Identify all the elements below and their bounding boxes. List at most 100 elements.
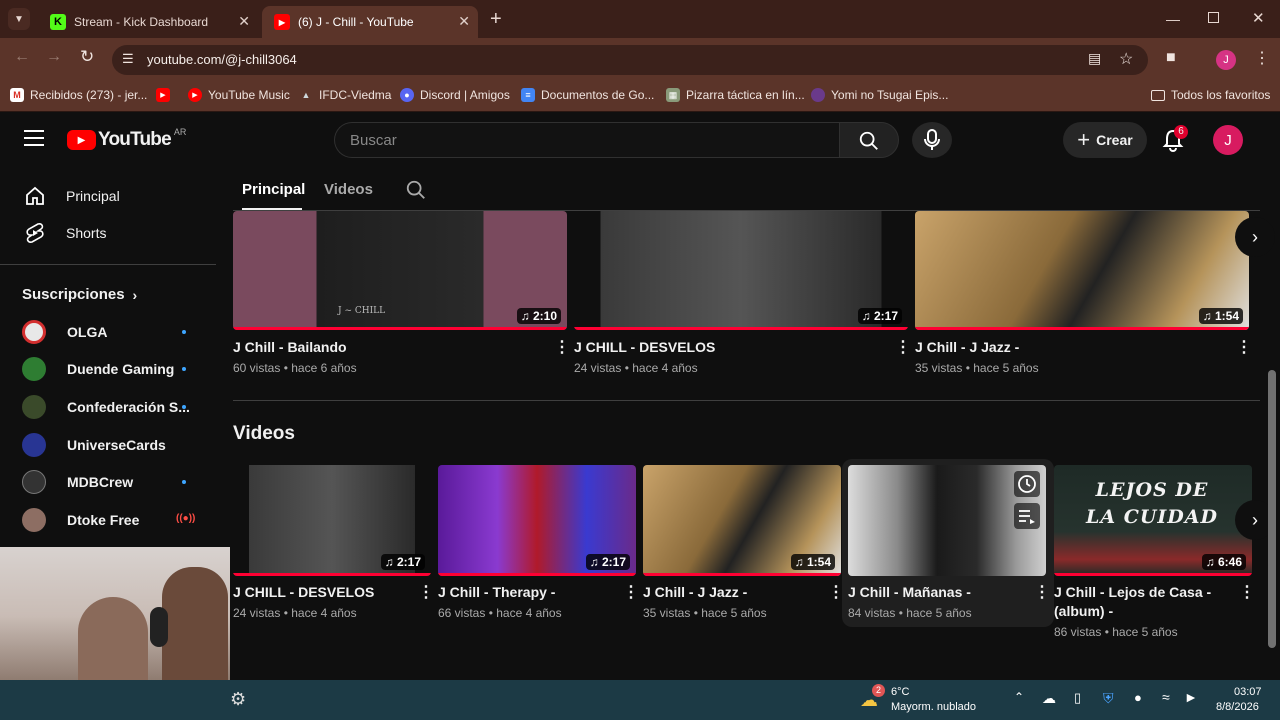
address-bar[interactable]: ☰ youtube.com/@j-chill3064 ▤ ☆ (112, 45, 1148, 75)
settings-icon[interactable]: ⚙ (230, 689, 246, 710)
all-bookmarks[interactable]: Todos los favoritos (1151, 86, 1270, 104)
bookmark-gmail[interactable]: M Recibidos (273) - jer... (10, 86, 147, 104)
forward-icon[interactable]: → (46, 48, 62, 66)
more-options-icon[interactable]: ⋮ (1034, 585, 1050, 601)
extensions-icon[interactable]: ■ (1166, 49, 1176, 67)
video-title[interactable]: J Chill - Therapy - (438, 583, 618, 602)
video-title[interactable]: J Chill - Mañanas - (848, 583, 1028, 602)
watch-later-button[interactable] (1014, 471, 1040, 497)
video-title[interactable]: J CHILL - DESVELOS (574, 338, 715, 357)
weather-widget[interactable]: ☁ 2 6°C Mayorm. nublado (860, 684, 990, 716)
account-avatar[interactable]: J (1213, 125, 1243, 155)
install-app-icon[interactable]: ▤ (1088, 50, 1101, 67)
sidebar-item-principal[interactable]: Principal (0, 178, 216, 214)
menu-dots-icon[interactable]: ⋮ (1254, 48, 1270, 68)
clock-time[interactable]: 03:07 (1234, 686, 1262, 698)
tab-youtube[interactable]: ▶ (6) J - Chill - YouTube ✕ (262, 6, 478, 38)
onedrive-icon[interactable]: ☁ (1042, 690, 1056, 707)
tab-principal[interactable]: Principal (242, 181, 305, 198)
video-thumbnail[interactable]: ♫ 1:54 (643, 465, 841, 576)
minimize-icon[interactable]: — (1166, 11, 1180, 27)
video-title[interactable]: J Chill - J Jazz - (915, 338, 1019, 357)
video-thumbnail[interactable] (848, 465, 1046, 576)
more-options-icon[interactable]: ⋮ (1236, 340, 1252, 356)
subscription-olga[interactable]: OLGA (0, 314, 216, 350)
channel-search-icon[interactable] (405, 179, 427, 201)
subscription-duende-gaming[interactable]: Duende Gaming (0, 351, 216, 387)
new-tab-button[interactable]: + (490, 8, 502, 31)
duration-text: 2:10 (532, 309, 557, 323)
duration-text: 1:54 (806, 555, 831, 569)
notifications-button[interactable]: 6 (1162, 125, 1188, 152)
bookmark-youtube[interactable]: ▶ (156, 86, 176, 104)
video-title[interactable]: J CHILL - DESVELOS (233, 583, 413, 602)
bookmark-ifdc[interactable]: ▲ IFDC-Viedma (299, 86, 392, 104)
bookmark-pizarra[interactable]: ▦ Pizarra táctica en lín... (666, 86, 805, 104)
back-icon[interactable]: ← (14, 48, 30, 66)
bookmark-discord[interactable]: ● Discord | Amigos (400, 86, 510, 104)
subscription-mdbcrew[interactable]: MDBCrew (0, 464, 216, 500)
tab-videos[interactable]: Videos (324, 181, 373, 198)
bookmark-star-icon[interactable]: ☆ (1119, 49, 1133, 69)
profile-avatar[interactable]: J (1216, 50, 1236, 70)
site-info-icon[interactable]: ☰ (122, 51, 134, 67)
more-options-icon[interactable]: ⋮ (828, 585, 844, 601)
notification-badge: 6 (1174, 125, 1188, 139)
duration-text: 2:17 (873, 309, 898, 323)
subscriptions-heading[interactable]: Suscripciones › (22, 286, 137, 303)
reload-icon[interactable]: ↻ (80, 47, 94, 67)
bookmark-label: Documentos de Go... (541, 88, 655, 102)
sidebar-item-shorts[interactable]: Shorts (0, 215, 216, 251)
bookmark-docs[interactable]: ≡ Documentos de Go... (521, 86, 654, 104)
carousel-next-button[interactable]: › (1235, 217, 1275, 257)
more-options-icon[interactable]: ⋮ (623, 585, 639, 601)
subscription-universecards[interactable]: UniverseCards (0, 427, 216, 463)
video-title[interactable]: J Chill - Bailando (233, 338, 347, 357)
anime-icon (811, 88, 825, 102)
page-scrollbar[interactable] (1268, 370, 1276, 648)
video-title[interactable]: J Chill - J Jazz - (643, 583, 823, 602)
video-thumbnail[interactable]: ♫ 2:17 (438, 465, 636, 576)
usb-icon[interactable]: ▯ (1074, 690, 1081, 706)
bookmark-yomi[interactable]: Yomi no Tsugai Epis... (811, 86, 948, 104)
defender-icon[interactable]: ⛨ (1103, 690, 1114, 707)
volume-icon[interactable]: ► (1184, 689, 1198, 705)
video-thumbnail[interactable]: LEJOS DE LA CUIDAD ♫ 6:46 (1054, 465, 1252, 576)
wifi-icon[interactable]: ≈ (1162, 689, 1170, 705)
close-window-icon[interactable]: ✕ (1252, 9, 1265, 27)
more-options-icon[interactable]: ⋮ (1239, 585, 1255, 601)
more-options-icon[interactable]: ⋮ (554, 340, 570, 356)
maximize-icon[interactable] (1208, 12, 1219, 23)
more-options-icon[interactable]: ⋮ (895, 340, 911, 356)
search-input[interactable]: Buscar (334, 122, 840, 158)
tab-search-icon[interactable]: ▼ (8, 8, 30, 30)
watch-progress (1054, 573, 1252, 576)
shelf-heading[interactable]: Videos (233, 423, 295, 445)
watch-progress (574, 327, 908, 330)
hamburger-menu-icon[interactable] (24, 130, 44, 146)
add-to-queue-button[interactable] (1014, 503, 1040, 529)
youtube-logo[interactable]: ▶ YouTube AR (67, 127, 186, 151)
subscription-name: MDBCrew (67, 474, 134, 490)
tab-kick-dashboard[interactable]: K Stream - Kick Dashboard ✕ (38, 6, 258, 38)
video-thumbnail[interactable]: ♫ 1:54 (915, 211, 1249, 330)
video-thumbnail[interactable]: ♫ 2:17 (574, 211, 908, 330)
clock-date[interactable]: 8/8/2026 (1216, 701, 1259, 713)
voice-search-button[interactable] (912, 122, 952, 158)
bookmark-youtube-music[interactable]: ▶ YouTube Music (188, 86, 290, 104)
mic-tray-icon[interactable]: ● (1134, 690, 1142, 705)
video-thumbnail[interactable]: J ~ CHILL ♫ 2:10 (233, 211, 567, 330)
more-options-icon[interactable]: ⋮ (418, 585, 434, 601)
close-icon[interactable]: ✕ (458, 13, 470, 30)
clock-icon (1018, 475, 1036, 493)
subscription-confederacion[interactable]: Confederación S... (0, 389, 216, 425)
close-icon[interactable]: ✕ (238, 13, 250, 30)
create-button[interactable]: + Crear (1063, 122, 1147, 158)
video-title[interactable]: J Chill - Lejos de Casa - (album) - (1054, 583, 1226, 621)
subscription-dtoke-free[interactable]: Dtoke Free ((●)) (0, 502, 216, 538)
queue-icon (1019, 510, 1035, 524)
browser-tab-bar: ▼ K Stream - Kick Dashboard ✕ ▶ (6) J - … (0, 0, 1280, 38)
chevron-up-icon[interactable]: ⌃ (1014, 690, 1024, 704)
search-button[interactable] (839, 122, 899, 158)
video-thumbnail[interactable]: ♫ 2:17 (233, 465, 431, 576)
